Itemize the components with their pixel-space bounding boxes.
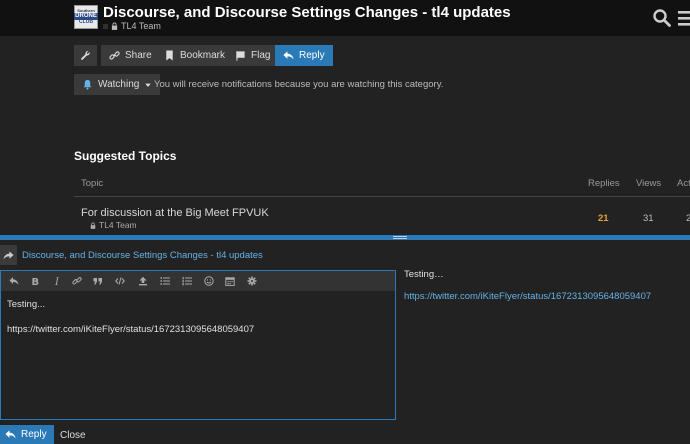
editor-line-2: https://twitter.com/iKiteFlyer/status/16… [7, 324, 255, 335]
bookmark-label: Bookmark [180, 50, 226, 61]
bold-icon[interactable]: B [30, 276, 40, 286]
composer-close-button[interactable]: Close [60, 430, 86, 441]
table-divider [74, 196, 690, 197]
upload-icon[interactable] [138, 276, 148, 286]
suggested-topic-activity[interactable]: 2 [686, 213, 690, 224]
reply-icon [283, 51, 294, 60]
emoji-icon[interactable] [204, 276, 214, 286]
suggested-topics-heading: Suggested Topics [74, 149, 177, 163]
search-icon[interactable] [652, 8, 672, 28]
composer-editor[interactable] [0, 270, 396, 420]
hyperlink-icon[interactable] [72, 276, 82, 286]
category-badge [103, 23, 108, 29]
suggested-topic-views: 31 [643, 213, 654, 224]
logo-line-3: CLUB [79, 19, 93, 25]
lock-icon [90, 222, 96, 229]
flag-label: Flag [251, 50, 271, 61]
flag-icon [236, 51, 245, 61]
caret-down-icon [145, 83, 151, 87]
wrench-icon [81, 50, 90, 60]
svg-text:B: B [32, 277, 40, 286]
flag-button[interactable]: Flag [227, 45, 279, 66]
bookmark-button[interactable]: Bookmark [156, 45, 234, 66]
quote-reply-icon[interactable] [9, 276, 19, 286]
reply-label: Reply [299, 50, 325, 61]
link-icon [109, 51, 120, 60]
bookmark-icon [166, 50, 173, 61]
category-name: TL4 Team [121, 21, 161, 31]
share-label: Share [125, 50, 152, 61]
composer-reply-button[interactable]: Reply [0, 425, 54, 444]
composer-action-button[interactable] [0, 245, 17, 265]
suggested-topic-category[interactable]: TL4 Team [90, 220, 137, 230]
column-header-views[interactable]: Views [636, 178, 661, 189]
share-button[interactable]: Share [101, 45, 160, 66]
topic-category[interactable]: TL4 Team [103, 21, 161, 31]
editor-line-1: Testing... [7, 299, 46, 310]
bell-icon [83, 79, 92, 90]
column-header-activity[interactable]: Acti [677, 178, 690, 189]
suggested-topic-replies: 21 [598, 213, 609, 224]
topic-title[interactable]: Discourse, and Discourse Settings Change… [103, 4, 511, 21]
reply-icon [5, 430, 16, 439]
share-arrow-icon [3, 250, 14, 260]
suggested-topic-category-name: TL4 Team [99, 220, 137, 230]
composer-reply-to-link[interactable]: Discourse, and Discourse Settings Change… [22, 250, 263, 261]
bullet-list-icon[interactable] [160, 276, 170, 286]
admin-wrench-button[interactable] [74, 45, 97, 66]
column-header-replies[interactable]: Replies [588, 178, 620, 189]
composer-resize-grip[interactable] [0, 235, 690, 240]
grip-handle-icon[interactable] [393, 236, 407, 239]
italic-icon[interactable]: I [52, 276, 62, 286]
numbered-list-icon[interactable] [182, 276, 192, 286]
notification-level-button[interactable]: Watching [74, 74, 161, 95]
site-logo[interactable]: Southern DRONE CLUB [74, 5, 98, 29]
preview-link[interactable]: https://twitter.com/iKiteFlyer/status/16… [404, 291, 651, 302]
code-icon[interactable] [115, 276, 125, 286]
column-header-topic[interactable]: Topic [81, 178, 103, 189]
svg-text:I: I [54, 277, 60, 286]
notification-level-label: Watching [98, 79, 140, 90]
lock-icon [111, 22, 118, 30]
composer-reply-label: Reply [21, 429, 47, 440]
suggested-topic-link[interactable]: For discussion at the Big Meet FPVUK [81, 207, 269, 219]
gear-icon[interactable] [247, 276, 257, 286]
reply-button[interactable]: Reply [275, 45, 333, 66]
hamburger-menu-icon[interactable] [678, 8, 690, 28]
blockquote-icon[interactable] [93, 276, 103, 286]
calendar-icon[interactable] [225, 276, 235, 286]
notification-description: You will receive notifications because y… [154, 79, 444, 90]
preview-text: Testing… [404, 269, 444, 280]
